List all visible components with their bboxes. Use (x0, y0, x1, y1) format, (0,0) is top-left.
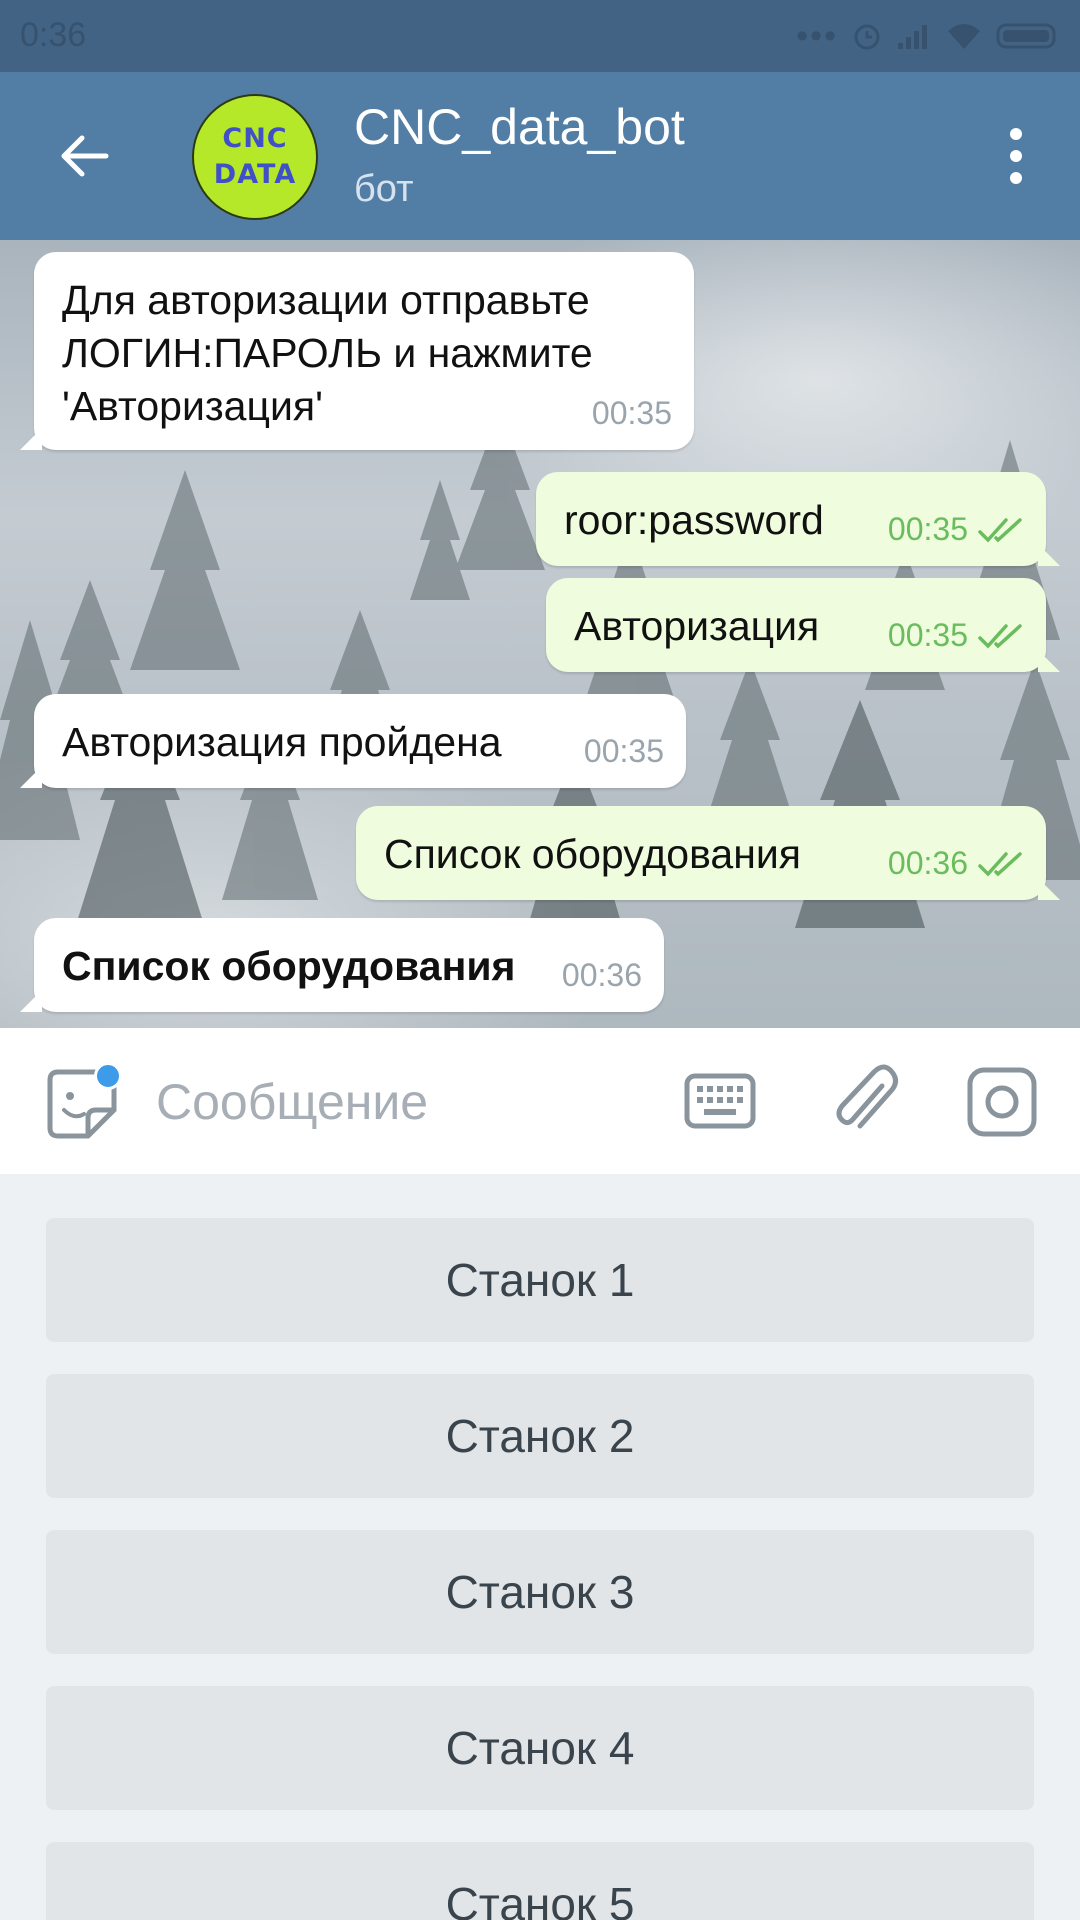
wifi-icon (948, 24, 980, 49)
message-input-bar (0, 1028, 1080, 1174)
message-time: 00:36 (561, 957, 642, 993)
chat-area[interactable]: Для авторизации отправьте ЛОГИН:ПАРОЛЬ и… (0, 240, 1080, 1028)
message-incoming[interactable]: Для авторизации отправьте ЛОГИН:ПАРОЛЬ и… (20, 252, 694, 450)
message-time: 00:35 (591, 395, 672, 431)
alarm-icon (854, 24, 880, 50)
bot-keyboard: Станок 1 Станок 2 Станок 3 Станок 4 Стан… (0, 1174, 1080, 1920)
message-meta: 00:36 (562, 949, 642, 1002)
message-meta: 00:35 (888, 503, 1024, 556)
message-text: Список оборудования (384, 831, 801, 877)
message-incoming[interactable]: Авторизация пройдена 00:35 (20, 694, 686, 788)
chat-title[interactable]: CNC_data_bot (354, 98, 685, 156)
keyboard-toggle-button[interactable] (684, 1070, 756, 1134)
message-time: 00:35 (887, 511, 968, 547)
back-button[interactable] (44, 116, 124, 196)
bot-keyboard-button[interactable]: Станок 2 (46, 1374, 1034, 1498)
double-check-icon (978, 623, 1022, 649)
avatar-text-line2: DATA (213, 159, 297, 190)
bot-keyboard-button[interactable]: Станок 3 (46, 1530, 1034, 1654)
message-text: Авторизация пройдена (62, 719, 502, 765)
bot-keyboard-button[interactable]: Станок 1 (46, 1218, 1034, 1342)
message-text: roor:password (564, 497, 824, 543)
avatar-text-line1: CNC (222, 123, 288, 154)
message-outgoing[interactable]: Авторизация 00:35 (546, 578, 1060, 672)
message-outgoing[interactable]: Список оборудования 00:36 (356, 806, 1060, 900)
keyboard-icon (684, 1073, 756, 1129)
double-check-icon (978, 517, 1022, 543)
attach-button[interactable] (830, 1064, 900, 1140)
double-check-icon (978, 851, 1022, 877)
bot-keyboard-button[interactable]: Станок 4 (46, 1686, 1034, 1810)
avatar[interactable]: CNC DATA (192, 94, 318, 220)
message-input[interactable] (156, 1064, 656, 1140)
status-time: 0:36 (20, 16, 87, 54)
message-meta: 00:35 (888, 609, 1024, 662)
battery-icon (996, 23, 1056, 49)
status-bar: 0:36 ••• (0, 0, 1080, 72)
bot-keyboard-button[interactable]: Станок 5 (46, 1842, 1034, 1920)
status-icons: ••• (796, 18, 1060, 54)
message-meta: 00:35 (592, 387, 672, 440)
message-text: Список оборудования (62, 943, 516, 989)
chat-header: CNC DATA CNC_data_bot бот (0, 72, 1080, 240)
chat-subtitle: бот (354, 168, 414, 210)
more-menu-button[interactable] (988, 116, 1044, 196)
camera-icon (967, 1067, 1037, 1137)
message-time: 00:35 (887, 617, 968, 653)
arrow-left-icon (61, 135, 109, 177)
message-time: 00:36 (887, 845, 968, 881)
message-incoming[interactable]: Список оборудования 00:36 (20, 918, 664, 1012)
message-text: Для авторизации отправьте ЛОГИН:ПАРОЛЬ и… (62, 277, 593, 429)
signal-icon (898, 25, 927, 49)
message-text: Авторизация (574, 603, 820, 649)
message-meta: 00:36 (888, 837, 1024, 890)
paperclip-icon (836, 1064, 898, 1129)
message-meta: 00:35 (584, 725, 664, 778)
notification-dot (94, 1062, 122, 1090)
message-outgoing[interactable]: roor:password 00:35 (536, 472, 1060, 566)
more-vertical-icon (1010, 128, 1022, 140)
message-time: 00:35 (583, 733, 664, 769)
camera-button[interactable] (966, 1066, 1038, 1138)
more-notifications-icon: ••• (796, 17, 838, 55)
